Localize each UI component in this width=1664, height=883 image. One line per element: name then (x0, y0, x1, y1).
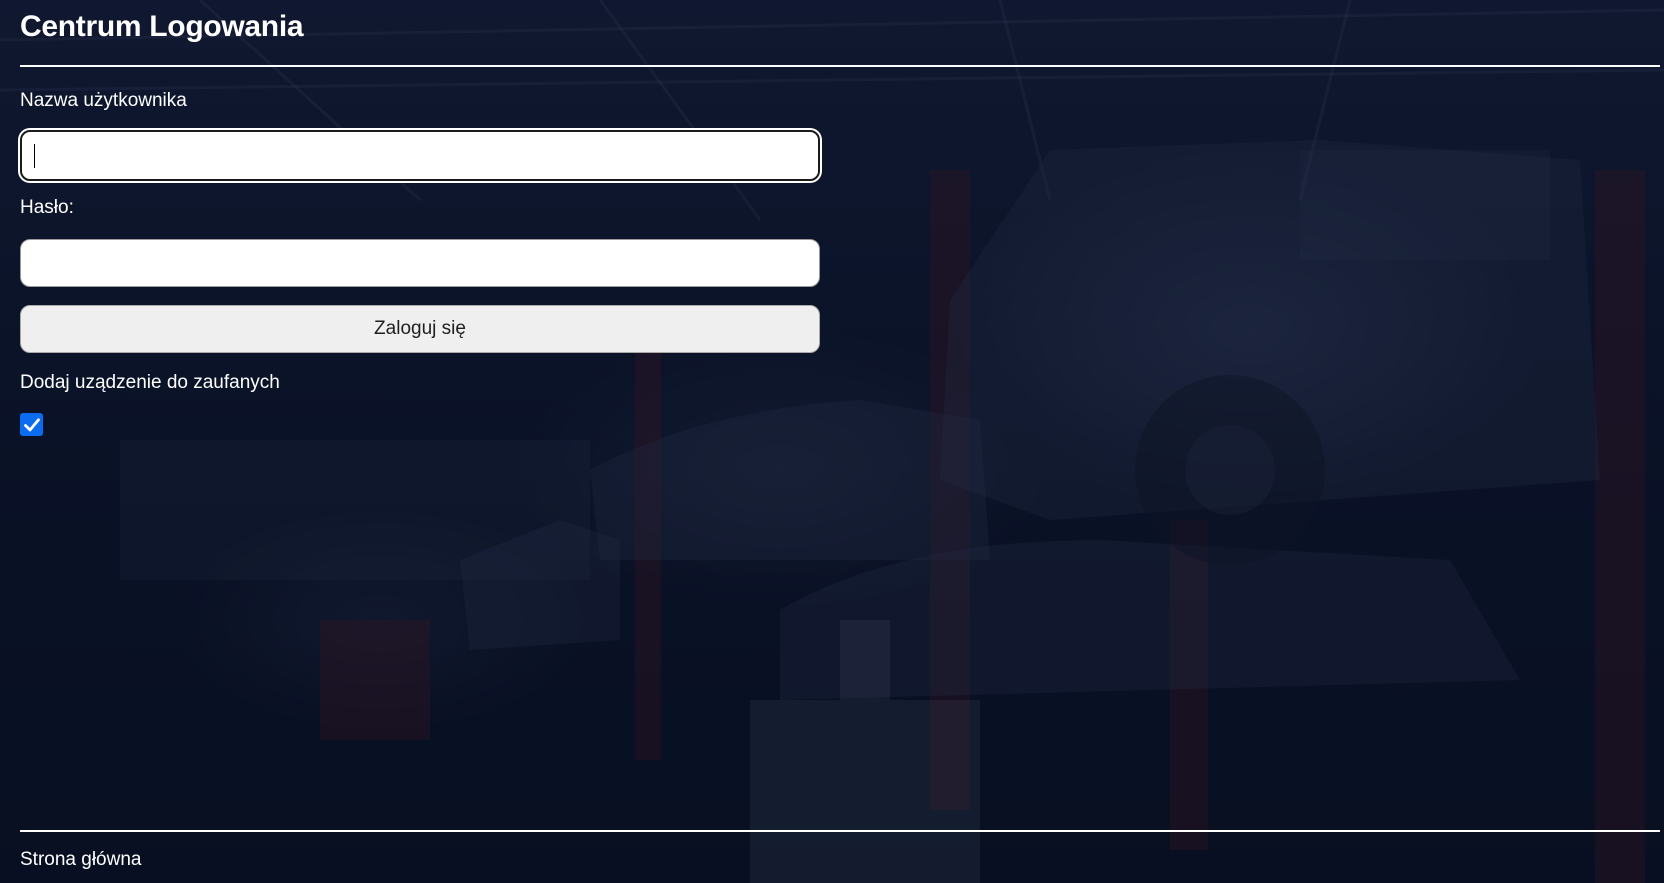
password-input[interactable] (20, 239, 820, 287)
login-button[interactable]: Zaloguj się (20, 305, 820, 353)
trust-device-checkbox[interactable] (20, 413, 43, 436)
password-label: Hasło: (20, 197, 74, 218)
trust-device-label: Dodaj uządzenie do zaufanych (20, 372, 280, 393)
text-caret (34, 144, 35, 168)
username-input[interactable] (20, 130, 820, 181)
top-divider (20, 65, 1660, 67)
bottom-divider (20, 830, 1660, 832)
login-page: Centrum Logowania Nazwa użytkownika Hasł… (0, 0, 1664, 883)
home-link[interactable]: Strona główna (20, 849, 141, 871)
page-title: Centrum Logowania (20, 10, 304, 43)
username-label: Nazwa użytkownika (20, 90, 187, 111)
checkmark-icon (23, 417, 40, 431)
